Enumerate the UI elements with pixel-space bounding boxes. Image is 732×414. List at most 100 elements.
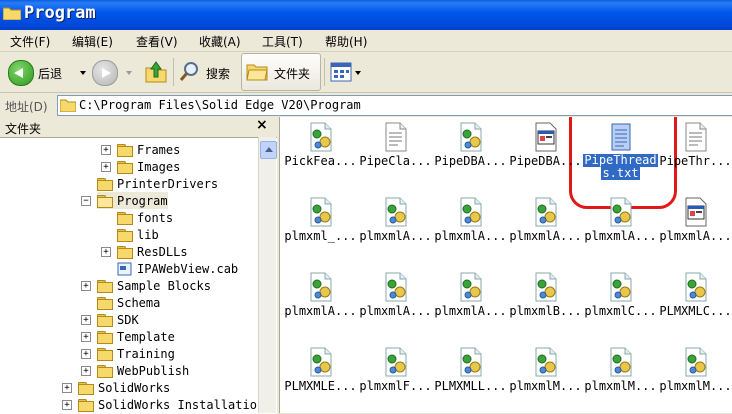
expand-icon[interactable]: + <box>101 247 111 257</box>
file-item[interactable]: PLMXMLE... <box>283 343 358 413</box>
file-item[interactable]: PLMXMLC... <box>658 268 732 338</box>
close-icon[interactable]: × <box>256 117 268 133</box>
file-name: PLMXMLE... <box>284 379 357 393</box>
menu-bar: 文件(F) 编辑(E) 查看(V) 收藏(A) 工具(T) 帮助(H) <box>0 30 732 52</box>
tree-item-label: Schema <box>117 295 161 310</box>
folder-icon <box>97 279 113 293</box>
back-arrow-icon[interactable] <box>8 60 34 86</box>
tree-item-label: fonts <box>137 210 174 225</box>
gear-file-icon <box>384 197 408 227</box>
expand-icon[interactable]: + <box>81 332 91 342</box>
file-item[interactable]: PipeDBA... <box>508 118 583 188</box>
folder-icon <box>97 177 113 191</box>
back-button-label[interactable]: 后退 <box>38 65 62 82</box>
folder-icon <box>117 228 133 242</box>
file-item[interactable]: plmxmlA... <box>358 268 433 338</box>
expand-icon[interactable]: + <box>62 400 72 410</box>
menu-file[interactable]: 文件(F) <box>10 33 50 50</box>
tree-item[interactable]: Frames <box>117 141 180 158</box>
folder-icon <box>117 211 133 225</box>
tree-item[interactable]: Images <box>117 158 180 175</box>
file-item[interactable]: PipeThr... <box>658 118 732 188</box>
expand-icon[interactable]: + <box>101 145 111 155</box>
menu-tools[interactable]: 工具(T) <box>262 33 303 50</box>
file-item[interactable]: PipeDBA... <box>433 118 508 188</box>
tree-item[interactable]: PrinterDrivers <box>97 175 218 192</box>
tree-scrollbar[interactable] <box>258 137 277 413</box>
search-icon[interactable] <box>178 60 202 84</box>
tree-item[interactable]: ResDLLs <box>117 243 188 260</box>
folder-icon <box>117 245 133 259</box>
file-item[interactable]: plmxmlC... <box>583 268 658 338</box>
forward-arrow-icon[interactable] <box>92 60 118 86</box>
file-item[interactable]: plmxmlB... <box>508 268 583 338</box>
menu-help[interactable]: 帮助(H) <box>325 33 367 50</box>
file-item[interactable]: PipeCla... <box>358 118 433 188</box>
file-item[interactable]: PickFea... <box>283 118 358 188</box>
gear-file-icon <box>534 347 558 377</box>
views-icon[interactable] <box>330 62 352 82</box>
menu-edit[interactable]: 编辑(E) <box>72 33 113 50</box>
file-item[interactable]: plmxml_... <box>283 193 358 263</box>
folders-panel-header: 文件夹 × <box>0 117 277 137</box>
address-input[interactable]: C:\Program Files\Solid Edge V20\Program <box>57 95 732 116</box>
file-item[interactable]: plmxmlA... <box>508 193 583 263</box>
menu-favorites[interactable]: 收藏(A) <box>199 33 241 50</box>
tree-item-label: Training <box>117 346 175 361</box>
search-button-label[interactable]: 搜索 <box>206 65 230 82</box>
expand-icon[interactable]: + <box>81 315 91 325</box>
file-item[interactable]: plmxmlM... <box>658 343 732 413</box>
file-item[interactable]: plmxmlM... <box>508 343 583 413</box>
views-dropdown-icon[interactable] <box>355 71 361 75</box>
up-folder-icon[interactable] <box>144 60 168 84</box>
file-item[interactable]: PLMXMLL... <box>433 343 508 413</box>
tree-item[interactable]: SDK <box>97 311 139 328</box>
tree-item-label: Program <box>117 193 168 208</box>
file-name: plmxmlM... <box>659 379 732 393</box>
tree-item[interactable]: fonts <box>117 209 173 226</box>
tree-item-label: ResDLLs <box>137 244 188 259</box>
file-name: plmxmlM... <box>584 379 657 393</box>
file-item[interactable]: plmxmlA... <box>433 268 508 338</box>
forward-dropdown-icon[interactable] <box>126 71 132 75</box>
back-dropdown-icon[interactable] <box>80 71 86 75</box>
file-item[interactable]: plmxmlM... <box>583 343 658 413</box>
cab-file-icon <box>117 262 132 275</box>
collapse-icon[interactable]: − <box>81 196 91 206</box>
gear-file-icon <box>459 122 483 152</box>
tree-item[interactable]: SolidWorks <box>78 379 170 396</box>
file-item[interactable]: plmxmlA... <box>658 193 732 263</box>
file-item[interactable]: plmxmlA... <box>358 193 433 263</box>
scroll-up-arrow-icon[interactable] <box>260 141 277 159</box>
gear-file-icon <box>309 122 333 152</box>
gear-file-icon <box>684 347 708 377</box>
tree-item[interactable]: IPAWebView.cab <box>117 260 238 277</box>
folder-icon <box>78 398 94 412</box>
tree-item[interactable]: Sample Blocks <box>97 277 211 294</box>
expand-icon[interactable]: + <box>62 383 72 393</box>
tree-item[interactable]: Program <box>97 192 168 209</box>
file-name: plmxmlA... <box>434 229 507 243</box>
tree-item[interactable]: SolidWorks Installation <box>78 396 264 413</box>
expand-icon[interactable]: + <box>101 162 111 172</box>
file-item[interactable]: plmxmlA... <box>433 193 508 263</box>
tree-item[interactable]: WebPublish <box>97 362 189 379</box>
gear-file-icon <box>684 272 708 302</box>
tree-item[interactable]: Training <box>97 345 175 362</box>
file-item[interactable]: plmxmlA... <box>283 268 358 338</box>
window-file-icon <box>684 197 708 227</box>
menu-view[interactable]: 查看(V) <box>136 33 178 50</box>
tree-item[interactable]: Template <box>97 328 175 345</box>
expand-icon[interactable]: + <box>81 349 91 359</box>
tree-item[interactable]: Schema <box>97 294 160 311</box>
expand-icon[interactable]: + <box>81 366 91 376</box>
expand-icon[interactable]: + <box>81 281 91 291</box>
file-item[interactable]: plmxmlF... <box>358 343 433 413</box>
folder-icon <box>117 160 133 174</box>
text-file-icon <box>684 122 708 152</box>
tree-item[interactable]: lib <box>117 226 159 243</box>
tree-item-label: Sample Blocks <box>117 278 211 293</box>
file-item[interactable]: PipeThread s.txt <box>583 118 658 188</box>
folder-icon <box>97 313 113 327</box>
file-item[interactable]: plmxmlA... <box>583 193 658 263</box>
